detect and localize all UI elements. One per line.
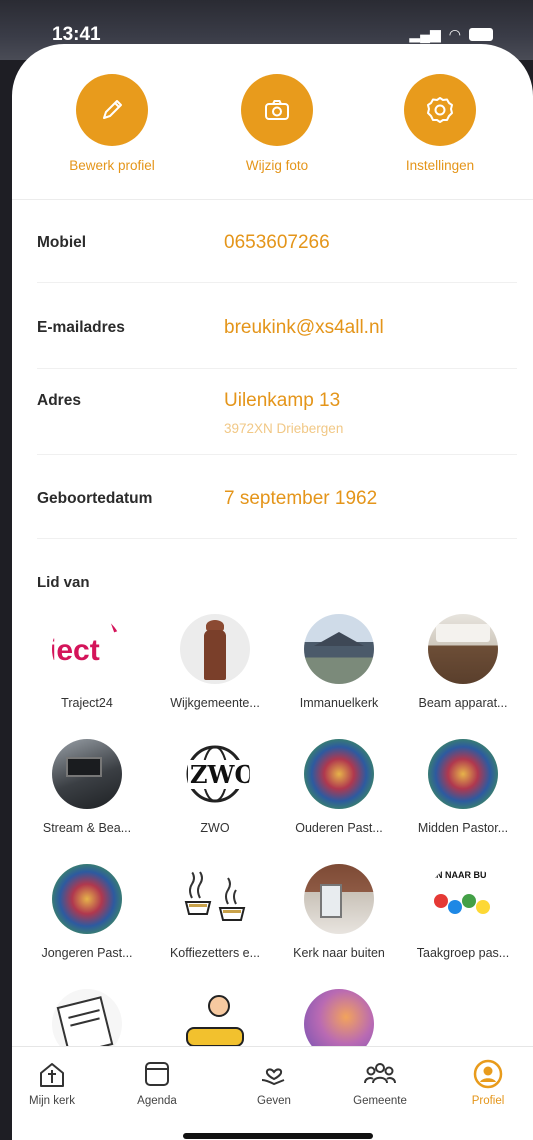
coffee-cups-image — [180, 864, 250, 934]
address-value[interactable]: Uilenkamp 13 — [224, 390, 340, 412]
change-photo-label: Wijzig foto — [245, 158, 309, 173]
group-name: Immanuelkerk — [299, 696, 379, 710]
group-name: ZWO — [200, 821, 230, 835]
group-name: Stream & Bea... — [42, 821, 132, 835]
tab-label: Mijn kerk — [28, 1095, 75, 1107]
profile-actions: Bewerk profiel Wijzig foto Instellingen — [12, 74, 533, 204]
church-icon — [12, 1057, 92, 1091]
home-indicator — [183, 1133, 373, 1139]
group-tile[interactable]: Kerk naar buiten — [274, 864, 404, 960]
settings-button[interactable]: Instellingen — [365, 74, 515, 173]
group-tile[interactable]: Wijkgemeente... — [150, 614, 280, 710]
mobile-value[interactable]: 0653607266 — [224, 232, 330, 254]
camera-icon — [241, 74, 313, 146]
settings-label: Instellingen — [405, 158, 475, 173]
zwo-logo: ZWO — [180, 739, 250, 809]
divider — [37, 282, 517, 283]
church-outside-image — [304, 864, 374, 934]
divider — [37, 454, 517, 455]
taakgroep-logo: EN NAAR BU — [428, 864, 498, 934]
signal-icon: ▂▄▆ — [409, 26, 441, 42]
email-value[interactable]: breukink@xs4all.nl — [224, 317, 384, 339]
group-tile[interactable]: Immanuelkerk — [274, 614, 404, 710]
edit-profile-label: Bewerk profiel — [69, 158, 155, 173]
divider — [37, 368, 517, 369]
edit-profile-button[interactable]: Bewerk profiel — [37, 74, 187, 173]
group-name: Koffiezetters e... — [169, 946, 261, 960]
divider — [12, 199, 533, 200]
group-tile[interactable]: Stream & Bea... — [22, 739, 152, 835]
divider — [37, 538, 517, 539]
tab-geven[interactable]: Geven — [234, 1057, 314, 1107]
calendar-icon — [117, 1057, 197, 1091]
birthday-value: 7 september 1962 — [224, 488, 378, 509]
group-name: Taakgroep pas... — [416, 946, 510, 960]
group-name: Ouderen Past... — [295, 821, 383, 835]
tab-label: Profiel — [471, 1095, 505, 1107]
status-time: 13:41 — [52, 24, 101, 45]
stained-glass-image — [304, 739, 374, 809]
profile-icon — [448, 1057, 528, 1091]
tab-gemeente[interactable]: Gemeente — [340, 1057, 420, 1107]
wifi-icon: ◠ — [448, 26, 461, 42]
tab-label: Gemeente — [353, 1095, 407, 1107]
people-icon — [340, 1057, 420, 1091]
tab-profiel[interactable]: Profiel — [448, 1057, 528, 1107]
give-heart-icon — [234, 1057, 314, 1091]
group-name: Beam apparat... — [418, 696, 508, 710]
tab-bar: Mijn kerk Agenda Geven Gemeente Profiel — [12, 1046, 533, 1140]
beam-image — [428, 614, 498, 684]
email-label: E-mailadres — [37, 319, 125, 336]
gear-icon — [404, 74, 476, 146]
member-of-title: Lid van — [37, 574, 90, 591]
immanuelkerk-image — [304, 614, 374, 684]
battery-icon — [469, 28, 493, 41]
stained-glass-image — [52, 864, 122, 934]
wijkgemeente-image — [180, 614, 250, 684]
group-tile[interactable]: Jongeren Past... — [22, 864, 152, 960]
group-tile[interactable]: EN NAAR BU Taakgroep pas... — [398, 864, 528, 960]
group-tile[interactable]: ZWO ZWO — [150, 739, 280, 835]
stained-glass-image — [428, 739, 498, 809]
birthday-label: Geboortedatum — [37, 490, 153, 507]
group-name: Midden Pastor... — [417, 821, 509, 835]
group-tile[interactable]: Koffiezetters e... — [150, 864, 280, 960]
group-tile[interactable]: Ouderen Past... — [274, 739, 404, 835]
tab-mijn-kerk[interactable]: Mijn kerk — [12, 1057, 92, 1107]
traject24-logo: iect — [52, 614, 122, 684]
change-photo-button[interactable]: Wijzig foto — [202, 74, 352, 173]
group-name: Wijkgemeente... — [170, 696, 260, 710]
pencil-icon — [76, 74, 148, 146]
address-label: Adres — [37, 392, 81, 409]
status-icons: ▂▄▆ ◠ — [409, 26, 493, 43]
profile-sheet: Bewerk profiel Wijzig foto Instellingen … — [12, 44, 533, 1140]
group-tile[interactable]: Beam apparat... — [398, 614, 528, 710]
tab-agenda[interactable]: Agenda — [117, 1057, 197, 1107]
tab-label: Agenda — [137, 1095, 177, 1107]
group-name: Traject24 — [61, 696, 113, 710]
tab-label: Geven — [257, 1095, 291, 1107]
address-postcode: 3972XN Driebergen — [224, 421, 344, 436]
stream-image — [52, 739, 122, 809]
group-name: Jongeren Past... — [41, 946, 133, 960]
group-tile[interactable]: Midden Pastor... — [398, 739, 528, 835]
mobile-label: Mobiel — [37, 234, 87, 251]
group-name: Kerk naar buiten — [293, 946, 385, 960]
group-tile[interactable]: iect Traject24 — [22, 614, 152, 710]
